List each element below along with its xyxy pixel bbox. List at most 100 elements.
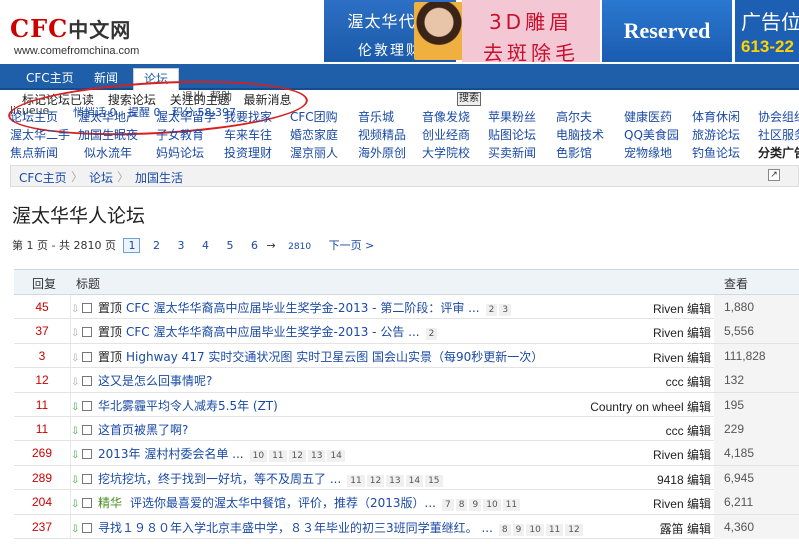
thread-checkbox[interactable] (82, 400, 92, 411)
thread-checkbox[interactable] (82, 522, 92, 533)
thread-page-link[interactable]: 8 (455, 499, 468, 512)
forum-link[interactable]: QQ美食园 (624, 126, 679, 143)
thread-page-link[interactable]: 8 (498, 523, 511, 536)
thread-page-link[interactable]: 12 (565, 523, 583, 536)
forum-link[interactable]: 音像发烧 (422, 108, 470, 125)
thread-page-link[interactable]: 11 (347, 474, 365, 487)
forum-link[interactable]: 旅游论坛 (692, 126, 740, 143)
forum-link[interactable]: 视频精品 (358, 126, 406, 143)
thread-author[interactable]: Riven 编辑 (653, 349, 711, 366)
forum-link[interactable]: 分类广告 (758, 144, 799, 161)
thread-page-link[interactable]: 3 (499, 304, 512, 316)
next-page-link[interactable]: 下一页 > (323, 238, 380, 253)
forum-link[interactable]: 钓鱼论坛 (692, 144, 740, 161)
thread-page-link[interactable]: 2 (425, 328, 438, 341)
forum-link[interactable]: 渥太华二手 (10, 126, 70, 143)
forum-link[interactable]: 色影馆 (556, 144, 592, 161)
forum-link[interactable]: 加国生眠夜 (78, 126, 138, 143)
forum-link[interactable]: 买卖新闻 (488, 144, 536, 161)
thread-link[interactable]: Highway 417 实时交通状况图 实时卫星云图 国会山实景（每90秒更新一… (126, 350, 543, 364)
forum-link[interactable]: 投资理财 (224, 144, 272, 161)
thread-page-link[interactable]: 10 (249, 450, 268, 463)
forum-link[interactable]: 焦点新闻 (10, 144, 58, 161)
forum-link[interactable]: 健康医药 (624, 108, 672, 125)
page-link[interactable]: 4 (196, 238, 214, 253)
forum-link[interactable]: 论坛主页 (10, 108, 58, 125)
page-link[interactable]: 3 (172, 238, 190, 253)
forum-link[interactable]: 电脑技术 (556, 126, 604, 143)
thread-link[interactable]: 寻找１９８０年入学北京丰盛中学，８３年毕业的初三3班同学董继红。 ... (98, 521, 493, 535)
table-row[interactable]: 237 ⇩ 寻找１９８０年入学北京丰盛中学，８３年毕业的初三3班同学董继红。 ...… (14, 514, 799, 539)
forum-link[interactable]: 社区服务 (758, 126, 799, 143)
thread-page-link[interactable]: 10 (483, 499, 501, 512)
thread-page-link[interactable]: 11 (269, 450, 287, 463)
table-row[interactable]: 12 ⇩ 这又是怎么回事情呢? ccc 编辑 132 (14, 368, 799, 393)
thread-checkbox[interactable] (82, 498, 92, 509)
page-link[interactable]: 5 (221, 238, 239, 253)
tab-cfc-home[interactable]: CFC主页 (16, 68, 84, 90)
thread-checkbox[interactable] (82, 303, 92, 313)
table-row[interactable]: 289 ⇩ 挖坑挖坑，终于找到一好坑，等不及周五了 ... 11 12 13 14 15 941… (14, 465, 799, 491)
breadcrumb-current[interactable]: 加国生活 (135, 169, 183, 186)
forum-link[interactable]: 婚恋家庭 (290, 126, 338, 143)
thread-page-link[interactable]: 9 (512, 523, 525, 536)
header-views[interactable]: 查看 (724, 275, 748, 292)
forum-link[interactable]: 子女教育 (156, 126, 204, 143)
thread-author[interactable]: Riven 编辑 (653, 446, 711, 463)
thread-author[interactable]: 9418 编辑 (657, 471, 711, 488)
forum-link[interactable]: 渥太华留学 (156, 108, 216, 125)
search-button[interactable]: 搜索 (457, 92, 481, 106)
thread-page-link[interactable]: 13 (307, 450, 326, 463)
thread-link[interactable]: 这又是怎么回事情呢? (98, 374, 212, 388)
thread-author[interactable]: ccc 编辑 (666, 422, 711, 439)
forum-link[interactable]: 海外原创 (358, 144, 406, 161)
thread-link[interactable]: 2013年 渥村村委会名单 ... (98, 447, 244, 461)
forum-link[interactable]: 音乐城 (358, 108, 394, 125)
forum-link[interactable]: 宠物缘地 (624, 144, 672, 161)
page-link[interactable]: 1 (123, 238, 141, 253)
expand-icon[interactable]: ↗ (768, 169, 780, 181)
thread-author[interactable]: 露笛 编辑 (660, 520, 711, 537)
thread-checkbox[interactable] (82, 351, 92, 362)
thread-checkbox[interactable] (82, 449, 92, 460)
forum-link[interactable]: 苹果粉丝 (488, 108, 536, 125)
forum-link[interactable]: 车来车往 (224, 126, 272, 143)
ad-banner-reserved[interactable]: Reserved (602, 0, 732, 62)
header-title[interactable]: 标题 (76, 275, 100, 292)
table-row[interactable]: 11 ⇩ 华北雾霾平均令人减寿5.5年 (ZT) Country on wheel 编… (14, 392, 799, 417)
table-row[interactable]: 3 ⇩ 置顶 Highway 417 实时交通状况图 实时卫星云图 国会山实景（每90… (14, 343, 799, 369)
thread-author[interactable]: Country on wheel 编辑 (590, 398, 711, 415)
thread-page-link[interactable]: 2 (485, 304, 498, 316)
thread-page-link[interactable]: 11 (502, 499, 521, 512)
table-row[interactable]: 37 ⇩ 置顶 CFC 渥太华华裔高中应届毕业生奖学金-2013 - 公告 ... 2 R… (14, 319, 799, 344)
forum-link[interactable]: 渥太华地产 (78, 108, 138, 125)
thread-link[interactable]: CFC 渥太华华裔高中应届毕业生奖学金-2013 - 公告 ... (126, 325, 420, 339)
thread-link[interactable]: CFC 渥太华华裔高中应届毕业生奖学金-2013 - 第二阶段：评审 ... (126, 301, 480, 315)
ad-photo[interactable] (414, 2, 464, 60)
forum-link[interactable]: 创业经商 (422, 126, 470, 143)
ad-banner-adspace[interactable]: 广告位 613-22 (735, 0, 799, 62)
thread-page-link[interactable]: 12 (366, 474, 385, 487)
thread-page-link[interactable]: 15 (425, 474, 443, 487)
thread-page-link[interactable]: 10 (526, 523, 544, 536)
forum-link[interactable]: 体育休闲 (692, 108, 740, 125)
thread-checkbox[interactable] (82, 376, 92, 387)
ad-banner-brow[interactable]: 3D雕眉 去斑除毛 (462, 0, 600, 65)
forum-link[interactable]: 协会组织 (758, 108, 799, 125)
table-row[interactable]: 269 ⇩ 2013年 渥村村委会名单 ... 10 11 12 13 14 Riven 编辑 4… (14, 441, 799, 466)
breadcrumb-forum[interactable]: 论坛 (89, 169, 113, 186)
breadcrumb-home[interactable]: CFC主页 (19, 169, 67, 186)
forum-link[interactable]: 贴图论坛 (488, 126, 536, 143)
table-row[interactable]: 204 ⇩ 精华 评选你最喜爱的渥太华中餐馆，评价，推荐（2013版）... 7 8 9 10… (14, 490, 799, 515)
table-row[interactable]: 45 ⇩ 置顶 CFC 渥太华华裔高中应届毕业生奖学金-2013 - 第二阶段：评审 … (14, 295, 799, 320)
forum-link[interactable]: 妈妈论坛 (156, 144, 204, 161)
thread-author[interactable]: Riven 编辑 (653, 300, 711, 317)
thread-page-link[interactable]: 13 (386, 474, 404, 487)
thread-link[interactable]: 评选你最喜爱的渥太华中餐馆，评价，推荐（2013版）... (130, 496, 436, 510)
table-row[interactable]: 11 ⇩ 这首页被黑了啊? ccc 编辑 229 (14, 416, 799, 442)
thread-page-link[interactable]: 14 (327, 450, 345, 463)
thread-author[interactable]: Riven 编辑 (653, 495, 711, 512)
forum-link[interactable]: 高尔夫 (556, 108, 592, 125)
thread-page-link[interactable]: 7 (442, 499, 454, 512)
thread-checkbox[interactable] (82, 327, 92, 338)
